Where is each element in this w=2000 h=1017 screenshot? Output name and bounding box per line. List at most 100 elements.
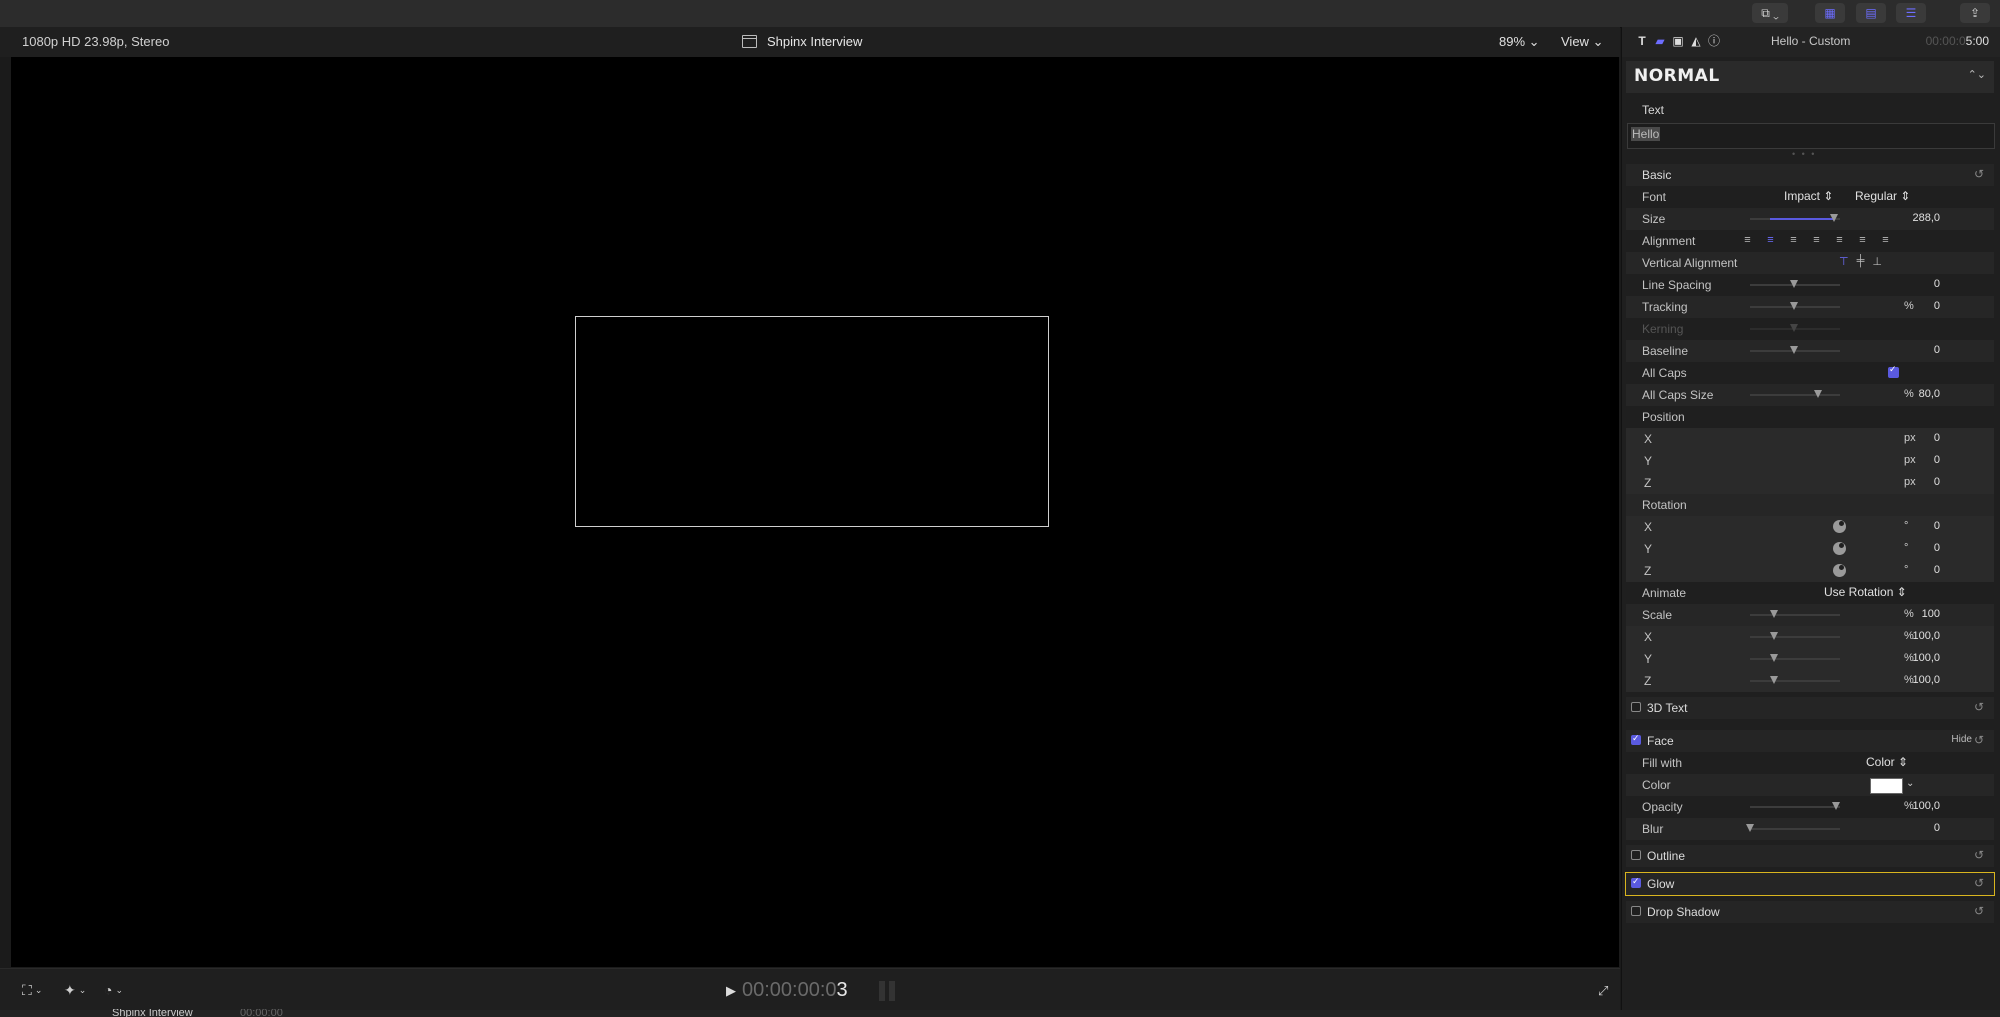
opacity-slider[interactable] (1750, 802, 1840, 810)
size-slider[interactable] (1750, 214, 1840, 222)
scale-z-slider[interactable] (1750, 676, 1840, 684)
info-inspector-tab-icon[interactable]: ⓘ (1707, 34, 1721, 48)
left-edge (0, 57, 11, 967)
baseline-row: Baseline 0 (1626, 340, 1994, 362)
title-bounding-box[interactable] (575, 316, 1049, 527)
justify-right-icon[interactable]: ≡ (1854, 234, 1871, 246)
face-hide-button[interactable]: Hide (1951, 734, 1972, 745)
inspector-toggle-icon[interactable]: ☰ (1896, 3, 1926, 23)
text-inspector-tab-icon[interactable]: T (1635, 34, 1649, 48)
justify-center-icon[interactable]: ≡ (1831, 234, 1848, 246)
rotation-dial-icon[interactable] (1833, 542, 1846, 555)
tracking-row: Tracking 0 % (1626, 296, 1994, 318)
text-label: Text (1642, 103, 1665, 117)
text-input[interactable]: Hello (1627, 123, 1995, 149)
drop-shadow-checkbox[interactable] (1631, 906, 1641, 916)
chevron-down-icon[interactable]: ⌄ (1906, 778, 1914, 789)
timeline-project-name[interactable]: Shpinx Interview (112, 1009, 193, 1017)
valign-bottom-icon[interactable]: ⊥ (1872, 255, 1882, 268)
scale-y-slider[interactable] (1750, 654, 1840, 662)
speed-tool-icon[interactable]: ◔ ⌄ (104, 982, 123, 998)
opacity-row: Opacity 100,0 % (1642, 800, 1940, 814)
text-style-preset[interactable]: Normal ⌃⌄ (1626, 61, 1994, 93)
vertical-alignment-buttons[interactable]: ⊤ ╪ ⊥ (1839, 255, 1882, 268)
timecode-display[interactable]: ▶ 00:00:00:03 (726, 979, 848, 1002)
all-caps-checkbox[interactable] (1888, 364, 1899, 378)
scale-x-slider[interactable] (1750, 632, 1840, 640)
outline-section[interactable]: Outline ↺ (1626, 845, 1994, 867)
reset-icon[interactable]: ↺ (1974, 904, 1984, 918)
reset-icon[interactable]: ↺ (1974, 876, 1984, 890)
scale-y-row: Y 100,0 % (1626, 648, 1994, 670)
browser-toggle-icon[interactable]: ▦ (1815, 3, 1845, 23)
glow-checkbox[interactable] (1631, 876, 1641, 888)
play-icon[interactable]: ▶ (726, 983, 736, 999)
reset-icon[interactable]: ↺ (1974, 167, 1984, 181)
zoom-menu[interactable]: 89% ⌄ (1499, 34, 1540, 50)
position-x-row: X 0 px (1626, 428, 1994, 450)
video-inspector-tab-icon[interactable]: ▣ (1671, 34, 1685, 48)
reset-icon[interactable]: ↺ (1974, 733, 1984, 747)
position-row[interactable]: Position (1626, 406, 1994, 428)
rotation-dial-icon[interactable] (1833, 564, 1846, 577)
justify-full-icon[interactable]: ≡ (1877, 234, 1894, 246)
alignment-buttons[interactable]: ≡ ≡ ≡ ≡ ≡ ≡ ≡ (1739, 234, 1894, 246)
position-z-row: Z 0 px (1626, 472, 1994, 494)
face-section[interactable]: Face Hide ↺ (1626, 730, 1994, 752)
inspector-tabs: T ▰ ▣ ◭ ⓘ Hello - Custom 00:00:05:00 (1622, 27, 2000, 57)
fullscreen-icon[interactable]: ⤢ (1598, 983, 1608, 999)
align-center-icon[interactable]: ≡ (1762, 234, 1779, 246)
inspector-duration: 00:00:05:00 (1925, 34, 1989, 48)
size-value[interactable]: 288,0 (1912, 212, 1940, 224)
glow-section[interactable]: Glow ↺ (1625, 872, 1995, 896)
basic-section[interactable]: Basic ↺ (1626, 164, 1994, 186)
format-info: 1080p HD 23.98p, Stereo (22, 34, 170, 49)
reset-icon[interactable]: ↺ (1974, 700, 1984, 714)
align-right-icon[interactable]: ≡ (1785, 234, 1802, 246)
rotation-row[interactable]: Rotation (1626, 494, 1994, 516)
project-name: Shpinx Interview (767, 34, 863, 49)
view-menu[interactable]: View ⌄ (1561, 34, 1603, 50)
resize-handle-icon[interactable]: • • • (1792, 149, 1816, 159)
3d-text-section[interactable]: 3D Text ↺ (1626, 697, 1994, 719)
rotation-dial-icon[interactable] (1833, 520, 1846, 533)
transform-tool-icon[interactable]: ⛶ ⌄ (22, 982, 42, 999)
preset-name: Normal (1634, 66, 1720, 86)
enhance-tool-icon[interactable]: ✦ ⌄ (64, 982, 86, 999)
font-style-popup[interactable]: Regular ⇕ (1855, 189, 1910, 203)
top-toolbar: ⧉ ⌄ ▦ ▤ ☰ ⇪ (0, 0, 2000, 28)
title-inspector-tab-icon[interactable]: ▰ (1653, 34, 1667, 48)
kerning-row: Kerning (1626, 318, 1994, 340)
animate-popup[interactable]: Use Rotation ⇕ (1824, 585, 1907, 599)
color-swatch[interactable] (1870, 778, 1903, 794)
inspector-panel: T ▰ ▣ ◭ ⓘ Hello - Custom 00:00:05:00 Nor… (1621, 27, 2000, 1010)
background-tasks-button[interactable]: ⧉ ⌄ (1752, 3, 1788, 23)
share-icon[interactable]: ⇪ (1960, 3, 1990, 23)
vertical-alignment-row: Vertical Alignment ⊤ ╪ ⊥ (1626, 252, 1994, 274)
scale-slider[interactable] (1750, 610, 1840, 618)
3d-text-checkbox[interactable] (1631, 702, 1641, 712)
alignment-row: Alignment ≡ ≡ ≡ ≡ ≡ ≡ ≡ (1626, 230, 1994, 252)
font-family-popup[interactable]: Impact ⇕ (1784, 189, 1833, 203)
face-checkbox[interactable] (1631, 733, 1641, 745)
baseline-slider[interactable] (1750, 346, 1840, 354)
valign-top-icon[interactable]: ⊤ (1839, 255, 1849, 268)
color-inspector-tab-icon[interactable]: ◭ (1689, 34, 1703, 48)
tracking-slider[interactable] (1750, 302, 1840, 310)
justify-left-icon[interactable]: ≡ (1808, 234, 1825, 246)
timeline-toggle-icon[interactable]: ▤ (1856, 3, 1886, 23)
blur-slider[interactable] (1746, 824, 1840, 832)
valign-middle-icon[interactable]: ╪ (1857, 255, 1865, 268)
align-left-icon[interactable]: ≡ (1739, 234, 1756, 246)
viewer-footer: ⛶ ⌄ ✦ ⌄ ◔ ⌄ ▶ 00:00:00:03 ⤢ (0, 968, 1620, 1011)
fill-with-popup[interactable]: Color ⇕ (1866, 755, 1908, 769)
animate-row: Animate Use Rotation ⇕ (1642, 585, 1907, 600)
drop-shadow-section[interactable]: Drop Shadow ↺ (1626, 901, 1994, 923)
reset-icon[interactable]: ↺ (1974, 848, 1984, 862)
all-caps-size-slider[interactable] (1750, 390, 1840, 398)
font-row: Font Impact ⇕ Regular ⇕ (1642, 189, 1911, 204)
kerning-slider (1750, 324, 1840, 332)
line-spacing-slider[interactable] (1750, 280, 1840, 288)
preset-popup-arrows-icon[interactable]: ⌃⌄ (1968, 68, 1986, 81)
outline-checkbox[interactable] (1631, 850, 1641, 860)
